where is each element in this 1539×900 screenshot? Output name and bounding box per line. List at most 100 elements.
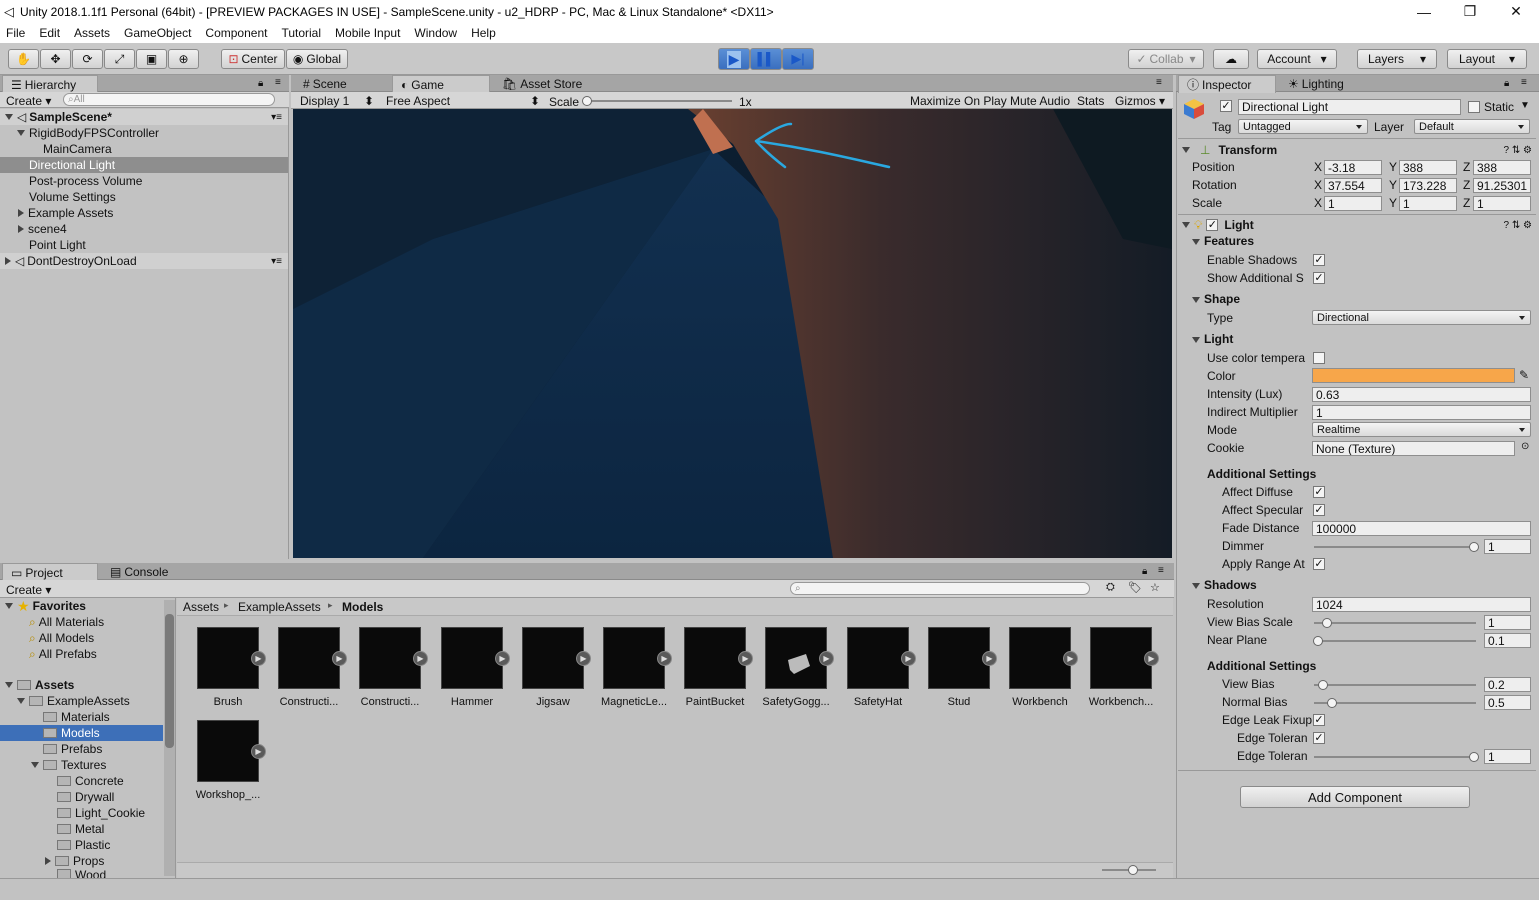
normal-bias-track[interactable] (1314, 702, 1476, 704)
lock-icon[interactable]: 🔒︎ (1504, 78, 1509, 89)
maximize-on-play-toggle[interactable]: Maximize On Play (910, 94, 1007, 108)
near-plane-track[interactable] (1314, 640, 1476, 642)
resolution-field[interactable]: 1024 (1312, 597, 1531, 612)
show-additional-checkbox[interactable]: ✓ (1313, 272, 1325, 284)
favorites-foldout[interactable]: ★ Favorites (0, 598, 163, 614)
scale-tool-icon[interactable]: ⤢ (104, 49, 135, 69)
project-search-input[interactable]: ⌕ (790, 582, 1090, 595)
asset-item[interactable]: ▶ Hammer (435, 627, 510, 717)
view-bias-knob[interactable] (1318, 680, 1328, 690)
panel-menu-icon[interactable]: ≡ (1156, 77, 1162, 88)
shadows-foldout[interactable]: Shadows (1192, 578, 1257, 592)
play-icon[interactable]: ▶ (1063, 651, 1078, 666)
asset-item[interactable]: ▶ SafetyHat (841, 627, 916, 717)
light-type-dropdown[interactable]: Directional (1312, 310, 1531, 325)
rotation-z-field[interactable]: 91.25301 (1473, 178, 1531, 193)
breadcrumb-assets[interactable]: Assets (183, 600, 219, 614)
hierarchy-item-selected[interactable]: Directional Light (0, 157, 288, 173)
menu-edit[interactable]: Edit (39, 26, 60, 40)
favorite-item[interactable]: ⌕ All Prefabs (0, 646, 163, 662)
tab-inspector[interactable]: ⓘ Inspector (1178, 75, 1276, 93)
stats-toggle[interactable]: Stats (1077, 94, 1104, 108)
dimmer-field[interactable]: 1 (1484, 539, 1531, 554)
hierarchy-item[interactable]: Example Assets (0, 205, 288, 221)
light-section-foldout[interactable]: Light (1192, 332, 1233, 346)
tree-item[interactable]: Textures (0, 757, 163, 773)
tree-item[interactable]: Prefabs (0, 741, 163, 757)
affect-specular-checkbox[interactable]: ✓ (1313, 504, 1325, 516)
transform-tool-icon[interactable]: ⊕ (168, 49, 199, 69)
shape-foldout[interactable]: Shape (1192, 292, 1240, 306)
hand-tool-icon[interactable]: ✋ (8, 49, 39, 69)
pivot-global-button[interactable]: ◉ Global (286, 49, 348, 69)
scale-y-field[interactable]: 1 (1399, 196, 1457, 211)
intensity-field[interactable]: 0.63 (1312, 387, 1531, 402)
thumbnail-size-knob[interactable] (1128, 865, 1138, 875)
edge-tolerance-field[interactable]: 1 (1484, 749, 1531, 764)
filter-type-icon[interactable]: ⛭ (1106, 581, 1115, 594)
play-icon[interactable]: ▶ (657, 651, 672, 666)
tree-item[interactable]: ExampleAssets (0, 693, 163, 709)
mute-audio-toggle[interactable]: Mute Audio (1010, 94, 1070, 108)
hierarchy-item[interactable]: MainCamera (0, 141, 288, 157)
tree-item[interactable]: Plastic (0, 837, 163, 853)
transform-header[interactable]: ⊥ Transform ? ⇅ ⚙ (1178, 141, 1536, 159)
tree-item[interactable]: Props (0, 853, 163, 869)
panel-menu-icon[interactable]: ≡ (1158, 565, 1164, 576)
play-icon[interactable]: ▶ (413, 651, 428, 666)
scene-row[interactable]: ◁ SampleScene* ▾≡ (0, 109, 288, 125)
project-create-button[interactable]: Create ▾ (6, 583, 51, 597)
indirect-multiplier-field[interactable]: 1 (1312, 405, 1531, 420)
play-icon[interactable]: ▶ (576, 651, 591, 666)
asset-item[interactable]: ▶ Constructi... (353, 627, 428, 717)
light-enabled-checkbox[interactable]: ✓ (1206, 219, 1219, 231)
menu-assets[interactable]: Assets (74, 26, 110, 40)
active-checkbox[interactable]: ✓ (1220, 100, 1232, 112)
tree-item-selected[interactable]: Models (0, 725, 163, 741)
position-y-field[interactable]: 388 (1399, 160, 1457, 175)
normal-bias-field[interactable]: 0.5 (1484, 695, 1531, 710)
edge-tolerance-knob[interactable] (1469, 752, 1479, 762)
near-plane-field[interactable]: 0.1 (1484, 633, 1531, 648)
asset-item[interactable]: ▶ SafetyGogg... (759, 627, 834, 717)
apply-range-checkbox[interactable]: ✓ (1313, 558, 1325, 570)
cloud-icon[interactable]: ☁ (1213, 49, 1249, 69)
enable-shadows-checkbox[interactable]: ✓ (1313, 254, 1325, 266)
dimmer-slider-track[interactable] (1314, 546, 1476, 548)
display-dropdown[interactable]: Display 1 ⬍ (300, 94, 378, 108)
mode-dropdown[interactable]: Realtime (1312, 422, 1531, 437)
tree-item[interactable]: Materials (0, 709, 163, 725)
account-dropdown[interactable]: Account ▾ (1257, 49, 1337, 69)
light-component-header[interactable]: 💡︎ ✓ Light ? ⇅ ⚙ (1178, 216, 1536, 234)
play-icon[interactable]: ▶ (251, 744, 266, 759)
near-plane-knob[interactable] (1313, 636, 1323, 646)
filter-label-icon[interactable]: 🏷︎ (1128, 581, 1142, 594)
hierarchy-item[interactable]: Post-process Volume (0, 173, 288, 189)
view-bias-track[interactable] (1314, 684, 1476, 686)
edge-tolerance-track[interactable] (1314, 756, 1476, 758)
play-icon[interactable]: ▶ (251, 651, 266, 666)
scale-slider-knob[interactable] (582, 96, 592, 106)
asset-item[interactable]: ▶ Stud (922, 627, 997, 717)
favorite-item[interactable]: ⌕ All Models (0, 630, 163, 646)
eyedropper-icon[interactable]: ✎ (1519, 368, 1529, 382)
edge-leak-fixup-checkbox[interactable]: ✓ (1313, 714, 1325, 726)
asset-item[interactable]: ▶ Jigsaw (516, 627, 591, 717)
layers-dropdown[interactable]: Layers ▾ (1357, 49, 1437, 69)
asset-item[interactable]: ▶ Brush (191, 627, 266, 717)
asset-item[interactable]: ▶ Workbench (1003, 627, 1078, 717)
favorite-item[interactable]: ⌕ All Materials (0, 614, 163, 630)
play-icon[interactable]: ▶ (738, 651, 753, 666)
close-icon[interactable]: ✕ (1493, 0, 1539, 23)
position-z-field[interactable]: 388 (1473, 160, 1531, 175)
object-name-field[interactable]: Directional Light (1238, 99, 1461, 115)
view-bias-field[interactable]: 0.2 (1484, 677, 1531, 692)
favorite-star-icon[interactable]: ☆ (1150, 581, 1160, 594)
view-bias-scale-knob[interactable] (1322, 618, 1332, 628)
static-dropdown-icon[interactable]: ▼ (1520, 100, 1530, 111)
view-bias-scale-field[interactable]: 1 (1484, 615, 1531, 630)
dimmer-slider-knob[interactable] (1469, 542, 1479, 552)
tab-lighting[interactable]: ☀ Lighting (1280, 75, 1370, 93)
tree-scrollbar-thumb[interactable] (165, 614, 174, 748)
tree-item[interactable]: Metal (0, 821, 163, 837)
